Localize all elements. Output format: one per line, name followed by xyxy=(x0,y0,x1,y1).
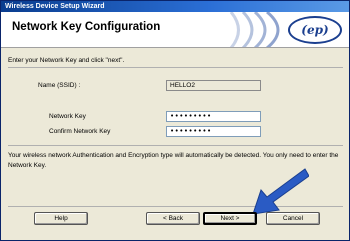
page-title: Network Key Configuration xyxy=(12,21,161,33)
brand-logo-icon: (ep) xyxy=(288,16,342,44)
network-key-label-text: Network Key xyxy=(49,113,86,120)
wizard-header: Network Key Configuration (ep) xyxy=(1,12,349,48)
ssid-label: Name (SSID) : xyxy=(38,82,81,89)
window-title: Wireless Device Setup Wizard xyxy=(5,3,105,10)
confirm-key-label: Confirm Network Key xyxy=(49,128,110,135)
instruction-text: Enter your Network Key and click "next". xyxy=(8,57,125,64)
back-button[interactable]: < Back xyxy=(146,212,200,225)
window-title-bar: Wireless Device Setup Wizard xyxy=(1,1,349,12)
pointer-arrow-icon xyxy=(252,168,309,215)
confirm-key-label-text: Confirm Network Key xyxy=(49,128,111,135)
wizard-window: Wireless Device Setup Wizard Network Key… xyxy=(0,0,350,241)
ssid-value: HELLO2 xyxy=(166,80,261,91)
confirm-key-field[interactable]: ••••••••• xyxy=(166,126,261,137)
network-key-field[interactable]: ••••••••• xyxy=(166,111,261,122)
cancel-button[interactable]: Cancel xyxy=(266,212,320,225)
network-key-label: Network Key xyxy=(49,113,86,120)
help-button[interactable]: Help xyxy=(34,212,88,225)
divider xyxy=(8,67,343,68)
next-button[interactable]: Next > xyxy=(203,212,257,225)
divider xyxy=(8,145,343,146)
